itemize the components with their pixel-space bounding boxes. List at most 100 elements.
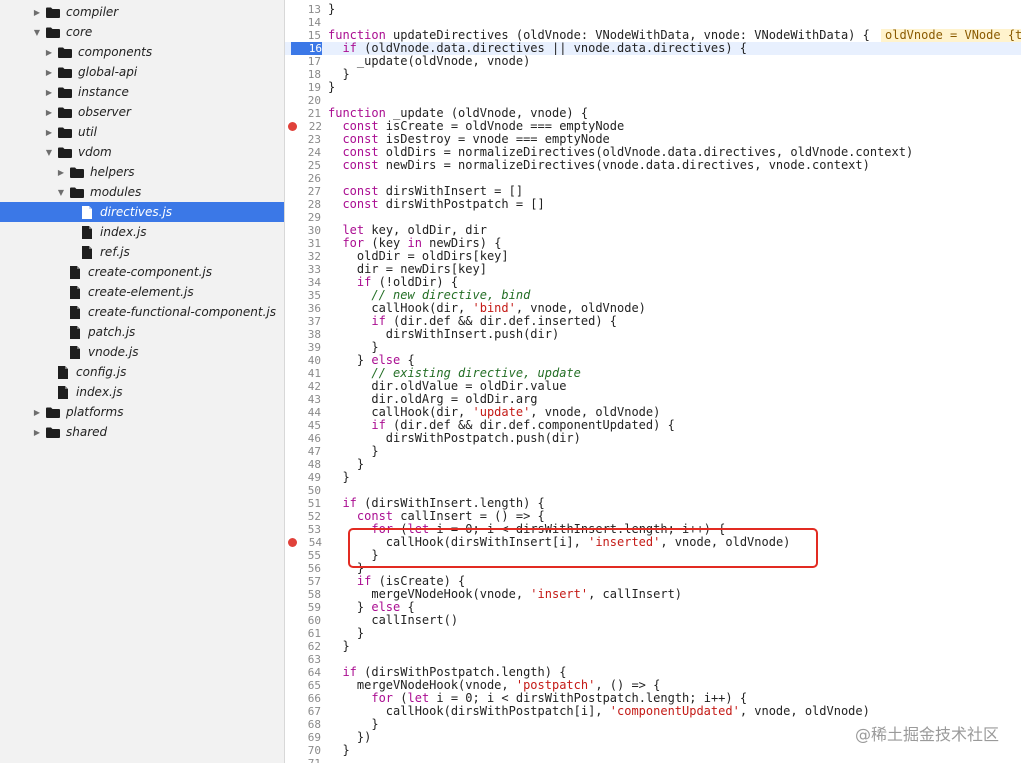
line-number[interactable]: 14 [285,16,321,29]
line-number[interactable]: 63 [285,653,321,666]
line-number[interactable]: 15 [285,29,321,42]
code-line[interactable]: 17 _update(oldVnode, vnode) [285,55,1021,69]
chevron-down-icon[interactable]: ▼ [56,187,66,197]
line-number[interactable]: 28 [285,198,321,211]
code-line[interactable]: 28 const dirsWithPostpatch = [] [285,198,1021,212]
line-number[interactable]: 44 [285,406,321,419]
line-number[interactable]: 53 [285,523,321,536]
code-line[interactable]: 70 } [285,744,1021,758]
line-number[interactable]: 52 [285,510,321,523]
tree-item-util[interactable]: ▶ util [0,122,284,142]
line-number[interactable]: 26 [285,172,321,185]
line-number[interactable]: 47 [285,445,321,458]
line-number[interactable]: 33 [285,263,321,276]
line-number[interactable]: 23 [285,133,321,146]
line-number[interactable]: 43 [285,393,321,406]
code-line[interactable]: 71 [285,757,1021,763]
code-line[interactable]: 62 } [285,640,1021,654]
tree-item-create-functional-component-js[interactable]: create-functional-component.js [0,302,284,322]
line-number[interactable]: 69 [285,731,321,744]
code-line[interactable]: 18 } [285,68,1021,82]
code-line[interactable]: 67 callHook(dirsWithPostpatch[i], 'compo… [285,705,1021,719]
line-number[interactable]: 13 [285,3,321,16]
code-line[interactable]: 25 const newDirs = normalizeDirectives(v… [285,159,1021,173]
tree-item-directives-js[interactable]: directives.js [0,202,284,222]
tree-item-observer[interactable]: ▶ observer [0,102,284,122]
line-number[interactable]: 56 [285,562,321,575]
line-number[interactable]: 37 [285,315,321,328]
line-number[interactable]: 68 [285,718,321,731]
line-number[interactable]: 20 [285,94,321,107]
line-number[interactable]: 18 [285,68,321,81]
tree-item-compiler[interactable]: ▶ compiler [0,2,284,22]
chevron-right-icon[interactable]: ▶ [44,87,54,97]
code-line[interactable]: 38 dirsWithInsert.push(dir) [285,328,1021,342]
tree-item-create-component-js[interactable]: create-component.js [0,262,284,282]
code-editor[interactable]: 13} 14 15 function updateDirectives (oldVno… [285,0,1021,763]
line-number[interactable]: 27 [285,185,321,198]
line-number[interactable]: 21 [285,107,321,120]
line-number[interactable]: 71 [285,757,321,763]
line-number[interactable]: 25 [285,159,321,172]
breakpoint-icon[interactable] [288,538,297,547]
line-number[interactable]: 29 [285,211,321,224]
chevron-right-icon[interactable]: ▶ [44,67,54,77]
line-number[interactable]: 36 [285,302,321,315]
code-line[interactable]: 46 dirsWithPostpatch.push(dir) [285,432,1021,446]
tree-item-config-js[interactable]: config.js [0,362,284,382]
code-line[interactable]: 60 callInsert() [285,614,1021,628]
chevron-right-icon[interactable]: ▶ [32,7,42,17]
line-number[interactable]: 50 [285,484,321,497]
line-number[interactable]: 45 [285,419,321,432]
line-number[interactable]: 60 [285,614,321,627]
line-number[interactable]: 66 [285,692,321,705]
breakpoint-icon[interactable] [288,122,297,131]
line-number[interactable]: 57 [285,575,321,588]
code-line[interactable]: 61 } [285,627,1021,641]
tree-item-shared[interactable]: ▶ shared [0,422,284,442]
tree-item-patch-js[interactable]: patch.js [0,322,284,342]
line-number[interactable]: 59 [285,601,321,614]
line-number[interactable]: 46 [285,432,321,445]
tree-item-platforms[interactable]: ▶ platforms [0,402,284,422]
line-number[interactable]: 32 [285,250,321,263]
line-number[interactable]: 42 [285,380,321,393]
line-number[interactable]: 51 [285,497,321,510]
chevron-right-icon[interactable]: ▶ [44,127,54,137]
line-number[interactable]: 19 [285,81,321,94]
line-number[interactable]: 34 [285,276,321,289]
code-line[interactable]: 49 } [285,471,1021,485]
code-line[interactable]: 48 } [285,458,1021,472]
line-number[interactable]: 49 [285,471,321,484]
line-number[interactable]: 67 [285,705,321,718]
line-number[interactable]: 55 [285,549,321,562]
line-number[interactable]: 30 [285,224,321,237]
line-number[interactable]: 48 [285,458,321,471]
tree-item-core[interactable]: ▼ core [0,22,284,42]
code-line[interactable]: 47 } [285,445,1021,459]
tree-item-instance[interactable]: ▶ instance [0,82,284,102]
tree-item-index-js[interactable]: index.js [0,382,284,402]
tree-item-modules[interactable]: ▼ modules [0,182,284,202]
line-number[interactable]: 40 [285,354,321,367]
tree-item-components[interactable]: ▶ components [0,42,284,62]
line-number[interactable]: 17 [285,55,321,68]
chevron-right-icon[interactable]: ▶ [32,407,42,417]
chevron-down-icon[interactable]: ▼ [44,147,54,157]
tree-item-create-element-js[interactable]: create-element.js [0,282,284,302]
line-number[interactable]: 64 [285,666,321,679]
chevron-right-icon[interactable]: ▶ [56,167,66,177]
tree-item-global-api[interactable]: ▶ global-api [0,62,284,82]
line-number[interactable]: 41 [285,367,321,380]
code-line[interactable]: 19} [285,81,1021,95]
tree-item-helpers[interactable]: ▶ helpers [0,162,284,182]
line-number[interactable]: 35 [285,289,321,302]
chevron-down-icon[interactable]: ▼ [32,27,42,37]
tree-item-index-js[interactable]: index.js [0,222,284,242]
chevron-right-icon[interactable]: ▶ [44,47,54,57]
line-number[interactable]: 62 [285,640,321,653]
chevron-right-icon[interactable]: ▶ [32,427,42,437]
tree-item-ref-js[interactable]: ref.js [0,242,284,262]
code-line[interactable]: 13} [285,3,1021,17]
tree-item-vnode-js[interactable]: vnode.js [0,342,284,362]
